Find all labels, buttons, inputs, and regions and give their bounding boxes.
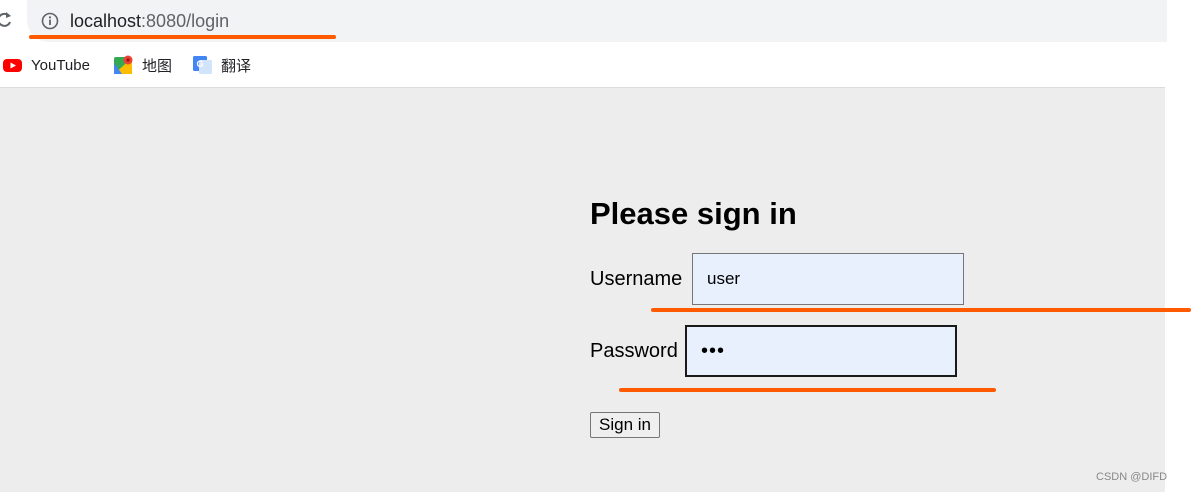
info-icon[interactable] <box>41 12 59 30</box>
bookmarks-bar: YouTube 地图 G 翻译 <box>0 43 1165 88</box>
username-input[interactable] <box>692 253 964 305</box>
bookmark-translate[interactable]: G 翻译 <box>193 53 251 77</box>
reload-icon[interactable] <box>0 9 14 31</box>
youtube-icon <box>3 59 22 72</box>
browser-chrome: localhost:8080/login YouTube 地图 G 翻译 <box>0 0 1167 88</box>
watermark: CSDN @DIFD <box>1096 471 1168 483</box>
bookmark-label: 翻译 <box>221 57 252 75</box>
password-label: Password <box>590 340 678 362</box>
url-path: :8080/login <box>141 11 230 31</box>
annotation-underline <box>619 388 996 392</box>
username-label: Username <box>590 268 683 290</box>
annotation-underline <box>29 35 336 39</box>
translate-icon: G <box>193 56 212 74</box>
url-text[interactable]: localhost:8080/login <box>70 10 229 32</box>
page-content <box>0 88 1165 492</box>
sign-in-button[interactable]: Sign in <box>590 412 660 438</box>
password-input[interactable] <box>685 325 957 377</box>
page-title: Please sign in <box>590 196 797 231</box>
svg-text:G: G <box>197 59 204 69</box>
bookmark-label: YouTube <box>31 56 90 74</box>
annotation-underline <box>651 308 1191 312</box>
bookmark-maps[interactable]: 地图 <box>114 53 172 77</box>
bookmark-youtube[interactable]: YouTube <box>3 53 90 77</box>
bookmark-label: 地图 <box>142 57 173 75</box>
url-host: localhost <box>70 11 142 31</box>
maps-icon <box>114 55 133 74</box>
